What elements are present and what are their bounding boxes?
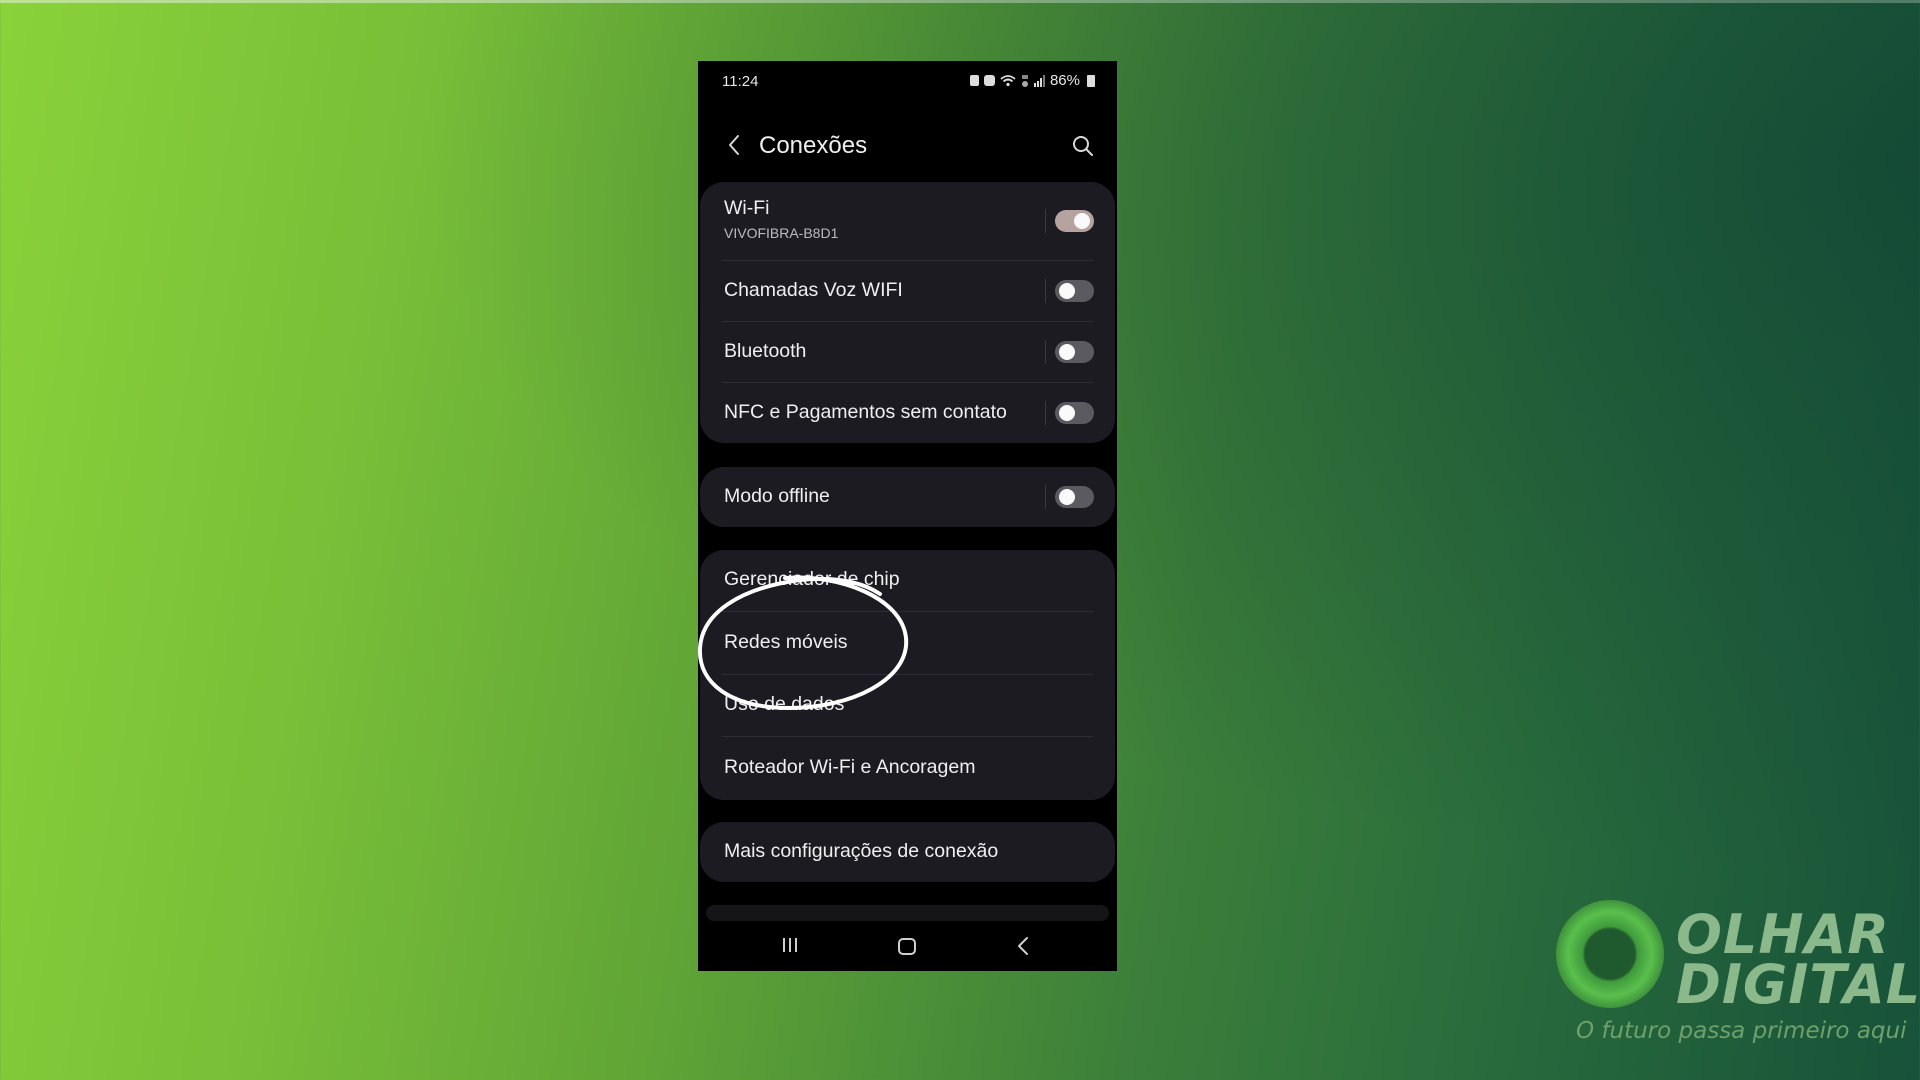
divider [1045, 209, 1046, 233]
signal-icon [1033, 74, 1045, 87]
toggle-knob [1059, 344, 1075, 360]
nfc-label: NFC e Pagamentos sem contato [724, 401, 1007, 423]
toggle-knob [1059, 405, 1075, 421]
status-time: 11:24 [722, 73, 759, 90]
pupil [1586, 930, 1634, 978]
airplane-mode-label: Modo offline [724, 485, 830, 507]
wifi-calling-label: Chamadas Voz WIFI [724, 279, 903, 301]
recents-icon[interactable] [781, 937, 799, 953]
app-header: Conexões [698, 123, 1117, 169]
hotspot-label: Roteador Wi-Fi e Ancoragem [724, 756, 976, 778]
navigation-bar [698, 921, 1117, 971]
toggle-knob [1059, 489, 1075, 505]
battery-percent: 86% [1049, 72, 1080, 89]
wifi-toggle[interactable] [1055, 210, 1094, 232]
divider [1045, 279, 1046, 303]
bluetooth-label: Bluetooth [724, 340, 807, 362]
logo-word-2: DIGITAL [1676, 953, 1920, 1016]
divider [1045, 401, 1046, 425]
phone-screen: 11:24 86% Conexões Wi-Fi VIVOFIBRA-B8D1 … [698, 61, 1117, 971]
settings-group-more: Mais configurações de conexão [700, 822, 1115, 882]
search-icon[interactable] [1071, 134, 1095, 158]
home-icon[interactable] [898, 938, 916, 955]
sim-icon [969, 75, 979, 86]
toggle-knob [1074, 213, 1090, 229]
data-icon [1021, 74, 1028, 87]
olhar-digital-watermark: OLHAR DIGITAL O futuro passa primeiro aq… [1556, 900, 1920, 1050]
list-item-airplane-mode[interactable]: Modo offline [700, 467, 1115, 527]
list-item-bluetooth[interactable]: Bluetooth [700, 322, 1115, 383]
settings-group-mobile: Gerenciador de chip Redes móveis Uso de … [700, 550, 1115, 800]
battery-icon [1087, 74, 1095, 87]
list-item-sim-manager[interactable]: Gerenciador de chip [700, 550, 1115, 612]
list-item-mobile-networks[interactable]: Redes móveis [700, 612, 1115, 675]
page-title: Conexões [759, 132, 868, 159]
list-item-wifi-calling[interactable]: Chamadas Voz WIFI [700, 261, 1115, 322]
wifi-label: Wi-Fi [724, 197, 770, 219]
settings-group-connectivity: Wi-Fi VIVOFIBRA-B8D1 Chamadas Voz WIFI B… [700, 182, 1115, 443]
wifi-network-name: VIVOFIBRA-B8D1 [724, 225, 839, 241]
nfc-toggle[interactable] [1055, 402, 1094, 424]
list-item-nfc[interactable]: NFC e Pagamentos sem contato [700, 383, 1115, 443]
data-usage-label: Uso de dados [724, 693, 845, 715]
list-item-data-usage[interactable]: Uso de dados [700, 675, 1115, 737]
logo-tagline: O futuro passa primeiro aqui [1576, 1018, 1907, 1044]
toggle-knob [1059, 283, 1075, 299]
list-item-hotspot[interactable]: Roteador Wi-Fi e Ancoragem [700, 737, 1115, 800]
chevron-left-icon[interactable] [724, 133, 746, 157]
alarm-icon [983, 75, 995, 86]
settings-group-airplane: Modo offline [700, 467, 1115, 527]
partial-card-scroll-hint [706, 905, 1109, 921]
airplane-mode-toggle[interactable] [1055, 486, 1094, 508]
list-item-wifi[interactable]: Wi-Fi VIVOFIBRA-B8D1 [700, 182, 1115, 261]
bluetooth-toggle[interactable] [1055, 341, 1094, 363]
sim-manager-label: Gerenciador de chip [724, 568, 900, 590]
wifi-icon [1000, 75, 1016, 87]
divider [1045, 485, 1046, 509]
wifi-calling-toggle[interactable] [1055, 280, 1094, 302]
more-connection-settings-label: Mais configurações de conexão [724, 840, 999, 862]
status-icons: 86% [969, 72, 1095, 89]
status-bar: 11:24 86% [698, 61, 1117, 101]
mobile-networks-label: Redes móveis [724, 631, 848, 653]
top-edge-line [0, 0, 1920, 3]
eye-logo-icon [1556, 900, 1664, 1008]
divider [1045, 340, 1046, 364]
back-icon[interactable] [1016, 936, 1030, 956]
list-item-more-connection-settings[interactable]: Mais configurações de conexão [700, 822, 1115, 882]
